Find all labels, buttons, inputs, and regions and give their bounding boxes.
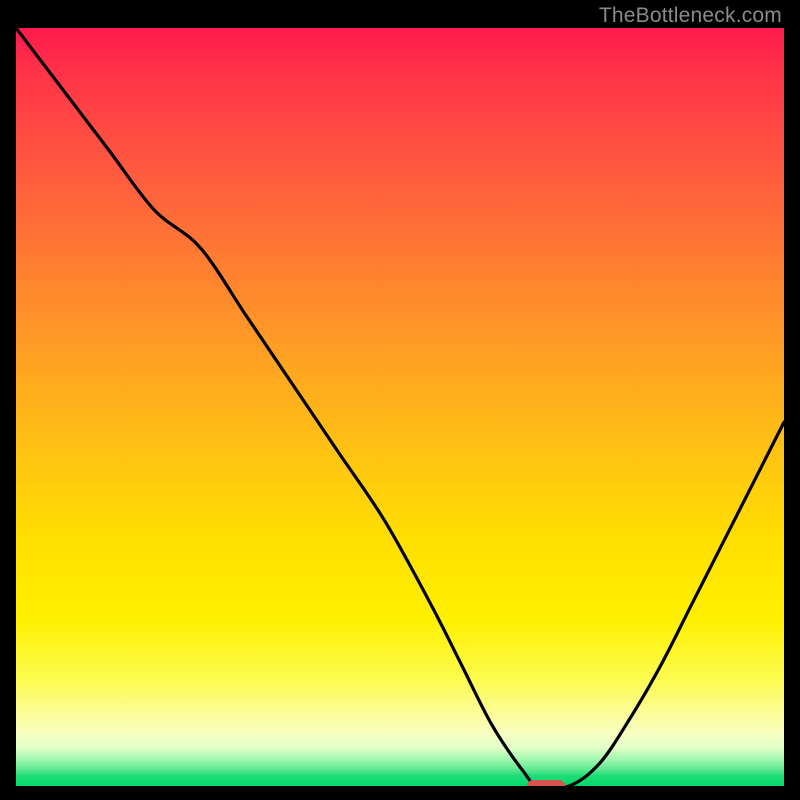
watermark-text: TheBottleneck.com	[599, 4, 782, 28]
curve-layer	[16, 28, 784, 786]
bottleneck-curve	[16, 28, 784, 786]
chart-frame	[16, 28, 784, 786]
plot-area	[16, 28, 784, 786]
optimal-marker	[527, 780, 565, 786]
